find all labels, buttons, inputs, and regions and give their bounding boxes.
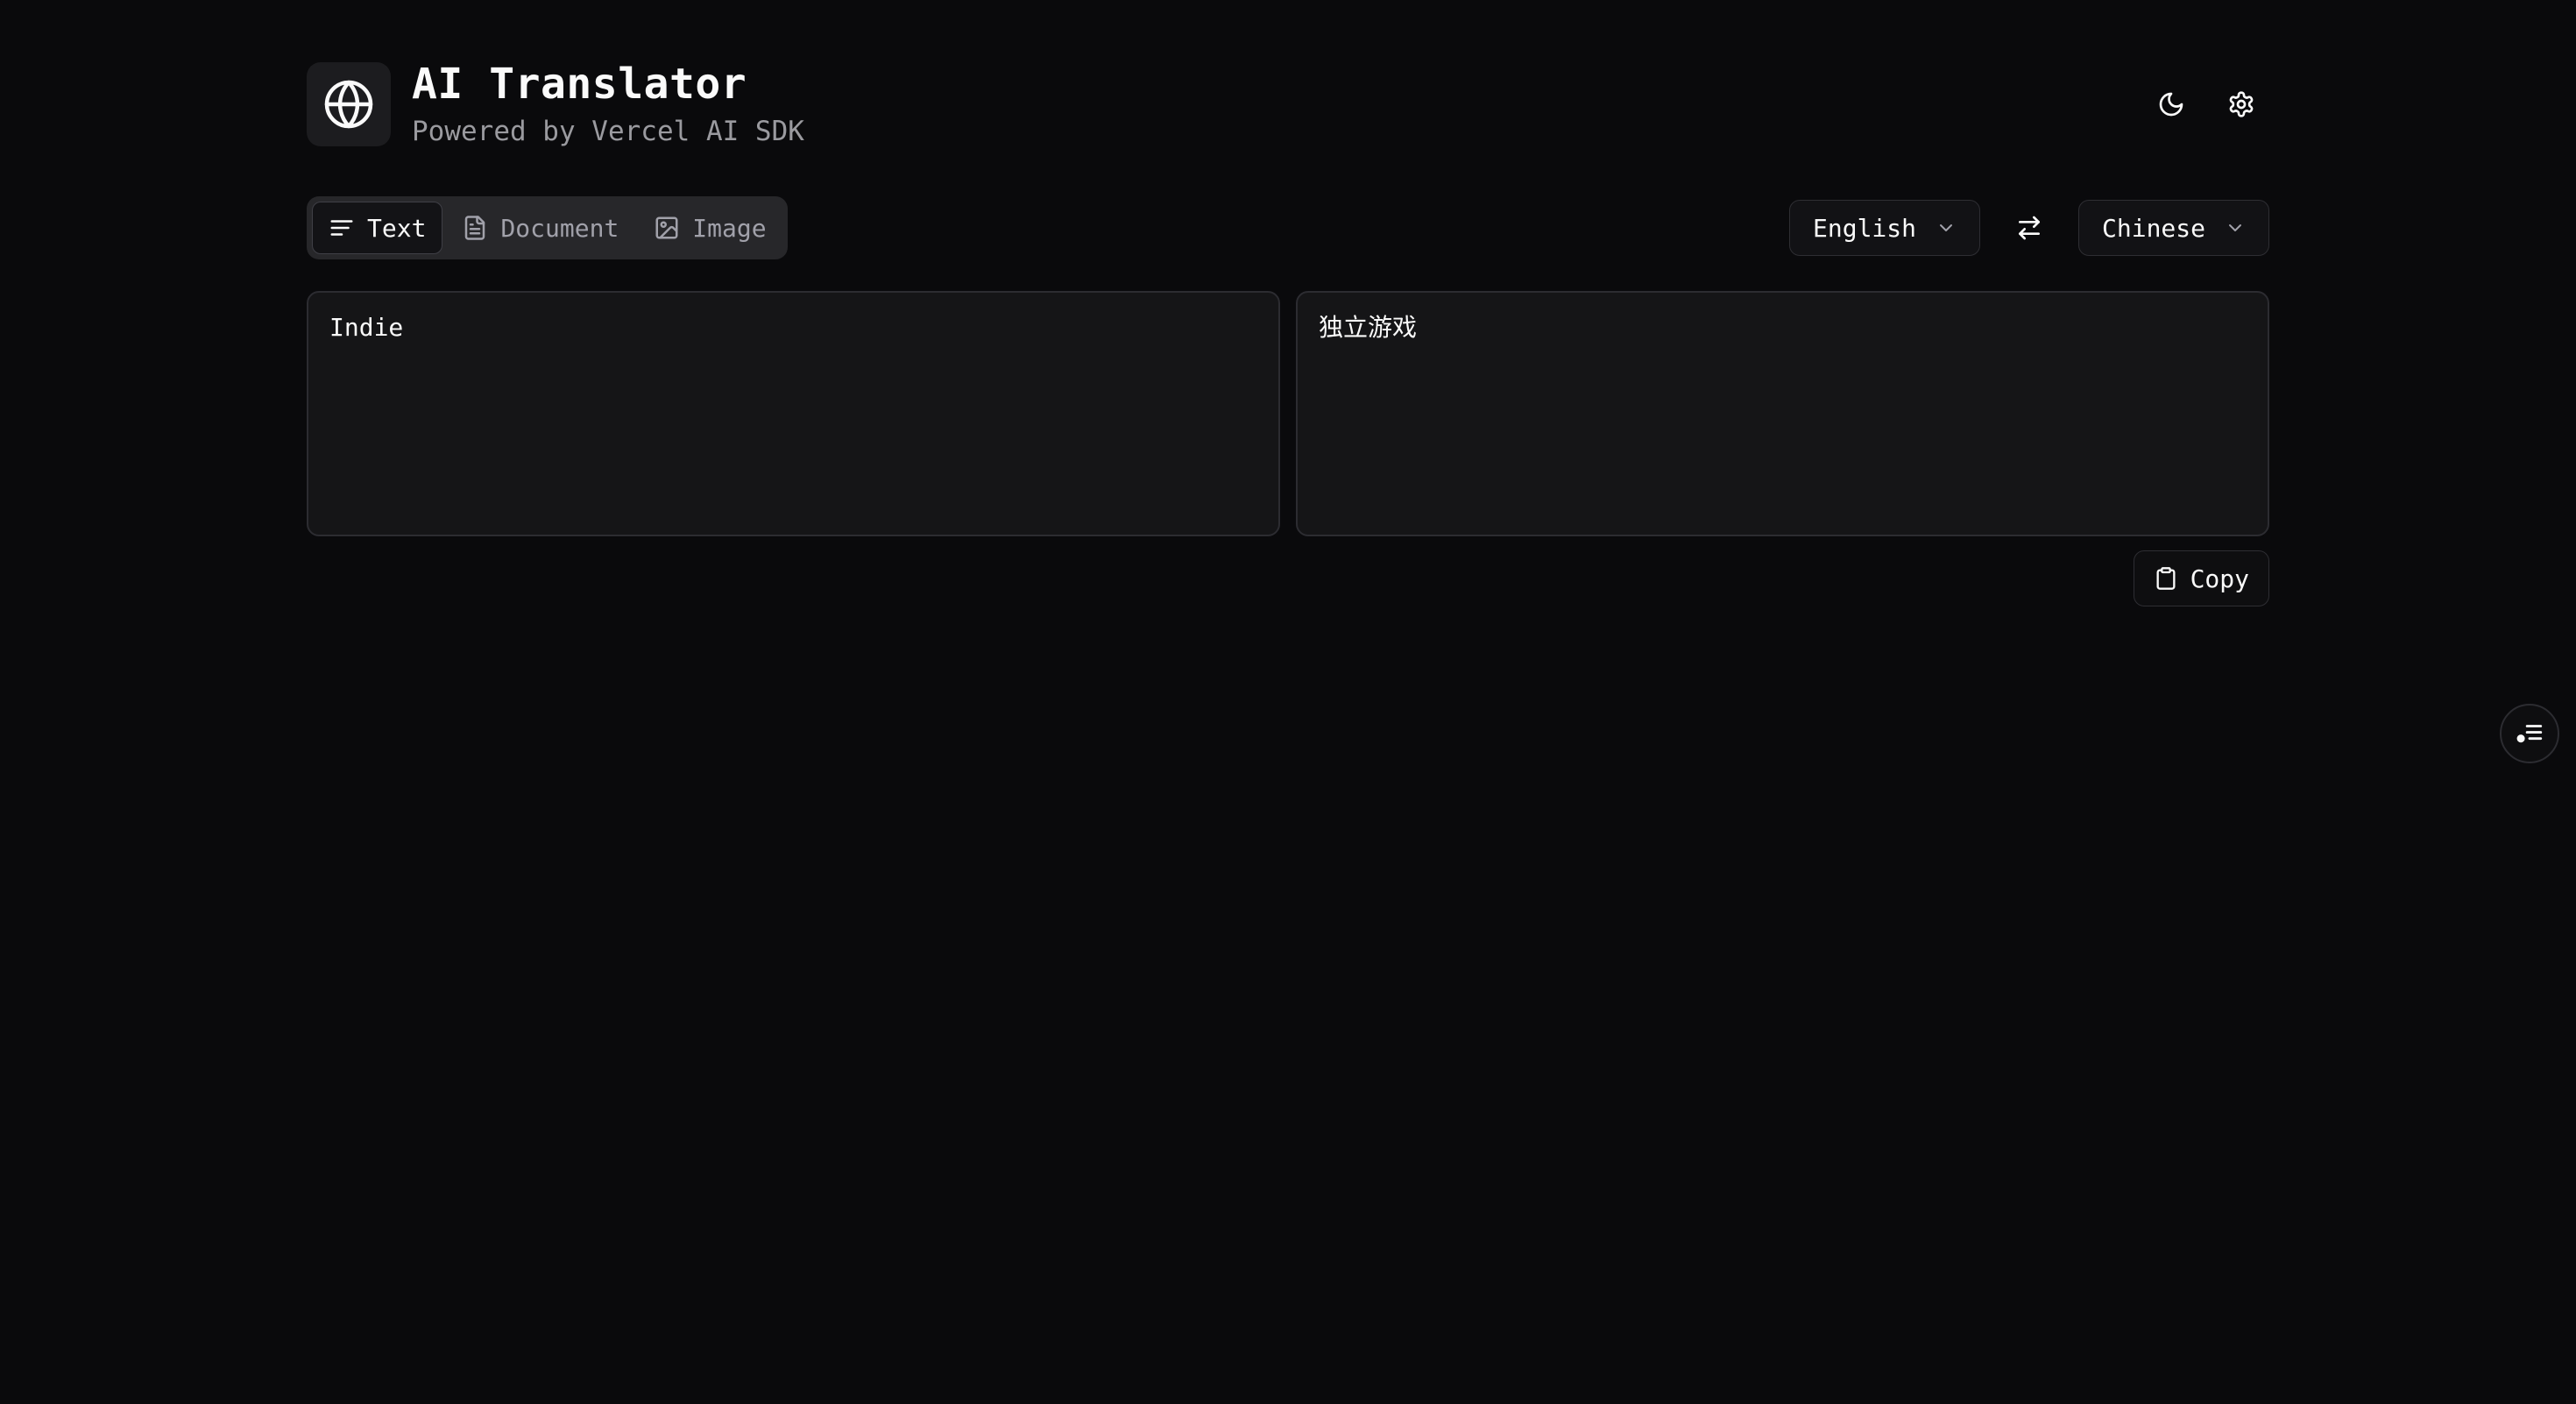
page-subtitle: Powered by Vercel AI SDK bbox=[412, 116, 804, 147]
document-icon bbox=[462, 215, 488, 241]
gear-icon bbox=[2227, 90, 2255, 118]
app-container: AI Translator Powered by Vercel AI SDK T… bbox=[307, 60, 2269, 606]
chevron-down-icon bbox=[2225, 217, 2246, 238]
brand: AI Translator Powered by Vercel AI SDK bbox=[307, 60, 804, 149]
translated-text-output: 独立游戏 bbox=[1296, 291, 2269, 536]
text-lines-icon bbox=[329, 215, 355, 241]
tab-text-label: Text bbox=[367, 213, 427, 243]
copy-button-label: Copy bbox=[2190, 564, 2249, 593]
source-language-value: English bbox=[1813, 213, 1917, 243]
moon-icon bbox=[2157, 90, 2185, 118]
clipboard-icon bbox=[2154, 566, 2178, 591]
theme-toggle-button[interactable] bbox=[2143, 76, 2199, 132]
translation-panes: Indie 独立游戏 bbox=[307, 291, 2269, 536]
copy-button[interactable]: Copy bbox=[2133, 550, 2269, 606]
tab-document-label: Document bbox=[500, 213, 619, 243]
mode-tabs: Text Document Image bbox=[307, 196, 788, 259]
target-language-value: Chinese bbox=[2102, 213, 2206, 243]
target-language-select[interactable]: Chinese bbox=[2078, 200, 2269, 256]
header-actions bbox=[2143, 76, 2269, 132]
page-title: AI Translator bbox=[412, 60, 747, 109]
header: AI Translator Powered by Vercel AI SDK bbox=[307, 60, 2269, 149]
toolbar: Text Document Image English Chinese bbox=[307, 196, 2269, 259]
tab-document[interactable]: Document bbox=[446, 202, 634, 254]
logo bbox=[307, 62, 391, 146]
swap-languages-button[interactable] bbox=[2001, 200, 2057, 256]
tab-image[interactable]: Image bbox=[638, 202, 782, 254]
list-settings-icon bbox=[2515, 719, 2544, 748]
globe-icon bbox=[322, 78, 375, 131]
floating-menu-button[interactable] bbox=[2500, 704, 2559, 763]
copy-row: Copy bbox=[307, 550, 2269, 606]
source-text-input[interactable]: Indie bbox=[307, 291, 1280, 536]
language-controls: English Chinese bbox=[1789, 200, 2269, 256]
chevron-down-icon bbox=[1936, 217, 1957, 238]
tab-image-label: Image bbox=[692, 213, 767, 243]
image-icon bbox=[654, 215, 680, 241]
tab-text[interactable]: Text bbox=[312, 202, 443, 254]
source-language-select[interactable]: English bbox=[1789, 200, 1980, 256]
settings-button[interactable] bbox=[2213, 76, 2269, 132]
brand-text: AI Translator Powered by Vercel AI SDK bbox=[412, 60, 804, 149]
swap-arrows-icon bbox=[2015, 214, 2043, 242]
